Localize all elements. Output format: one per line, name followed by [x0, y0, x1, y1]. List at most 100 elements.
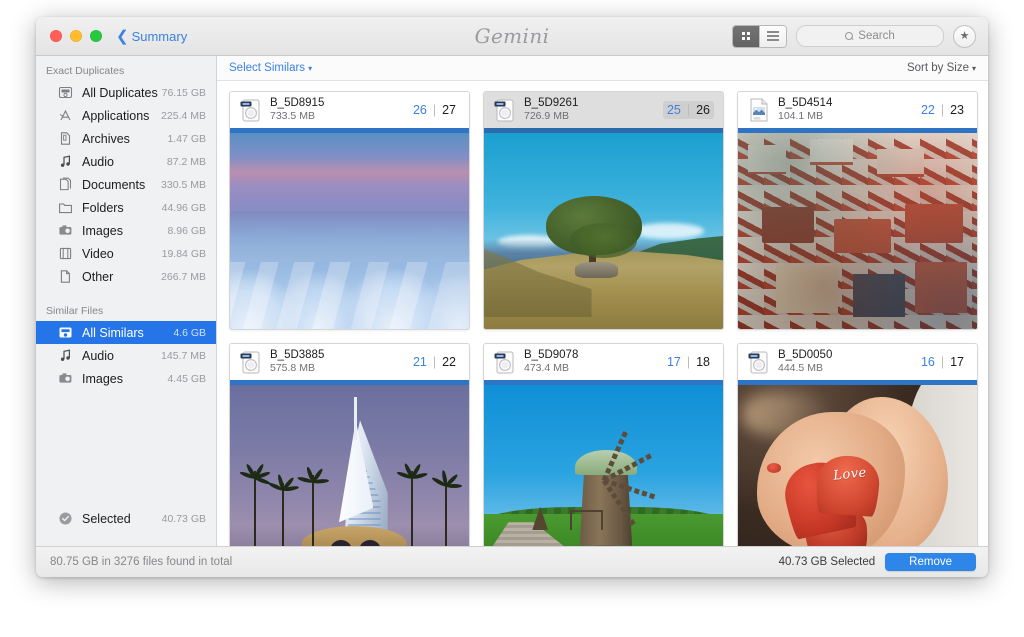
folders-icon	[58, 200, 73, 215]
window-body: Exact Duplicates All Duplicates 76.15 GB…	[36, 56, 988, 546]
sidebar-item-all-similars[interactable]: All Similars 4.6 GB	[36, 321, 216, 344]
washer-photo-icon	[494, 99, 514, 122]
card-counts[interactable]: 25 | 26	[662, 101, 714, 119]
card-counts[interactable]: 16 | 17	[917, 353, 968, 371]
file-card[interactable]: B_5D8915 733.5 MB 26 | 27	[229, 91, 470, 330]
back-button-label: Summary	[131, 28, 188, 44]
sidebar-item-documents[interactable]: Documents 330.5 MB	[36, 173, 216, 196]
chevron-down-icon: ▾	[308, 64, 313, 73]
card-counts[interactable]: 17 | 18	[663, 353, 714, 371]
sidebar-item-audio[interactable]: Audio 87.2 MB	[36, 150, 216, 173]
total-files-status: 80.75 GB in 3276 files found in total	[50, 556, 233, 568]
toolbar-right: Search ★	[732, 24, 976, 48]
washer-photo-icon	[240, 99, 260, 122]
file-card[interactable]: B_5D3885 575.8 MB 21 | 22	[229, 343, 470, 546]
artwork-hands-love-hearts: Love	[738, 385, 977, 546]
sidebar-label: Selected	[82, 511, 131, 526]
card-total-count: 22	[442, 355, 456, 369]
card-file-meta: B_5D9078 473.4 MB	[524, 349, 663, 375]
card-counts[interactable]: 21 | 22	[409, 353, 460, 371]
artwork-burj-al-arab-dusk	[230, 385, 469, 546]
other-icon	[58, 269, 73, 284]
card-header: B_5D0050 444.5 MB 16 | 17	[738, 344, 977, 380]
card-counts[interactable]: 22 | 23	[917, 101, 968, 119]
star-icon: ★	[959, 29, 970, 42]
card-count-divider: |	[686, 103, 691, 117]
all-duplicates-icon	[58, 85, 73, 100]
sidebar-label: Documents	[82, 177, 146, 192]
file-card[interactable]: B_5D9078 473.4 MB 17 | 18	[483, 343, 724, 546]
card-thumbnail[interactable]	[230, 385, 469, 546]
sidebar-label: Other	[82, 269, 114, 284]
sidebar-item-all-duplicates[interactable]: All Duplicates 76.15 GB	[36, 81, 216, 104]
sidebar-item-archives[interactable]: Archives 1.47 GB	[36, 127, 216, 150]
list-view-icon	[767, 31, 779, 41]
images-icon	[58, 371, 73, 386]
sidebar-label: All Similars	[82, 325, 144, 340]
favorites-button[interactable]: ★	[953, 24, 976, 48]
sidebar-section-exact-duplicates: Exact Duplicates	[46, 65, 125, 77]
card-total-count: 17	[950, 355, 964, 369]
card-thumbnail[interactable]	[484, 133, 723, 329]
card-header: B_5D9261 726.9 MB 25 | 26	[484, 92, 723, 128]
sidebar-size: 87.2 MB	[166, 155, 206, 168]
card-selected-count: 25	[666, 103, 681, 117]
sidebar: Exact Duplicates All Duplicates 76.15 GB…	[36, 56, 217, 546]
sidebar-size: 266.7 MB	[161, 270, 206, 283]
sidebar-size: 19.84 GB	[161, 247, 206, 260]
cards-scroll-area[interactable]: B_5D8915 733.5 MB 26 | 27 B_5D9261 726.9…	[217, 81, 988, 546]
sidebar-size: 145.7 MB	[161, 349, 206, 362]
sidebar-label: All Duplicates	[82, 85, 158, 100]
sort-by-dropdown[interactable]: Sort by Size ▾	[907, 62, 976, 74]
sidebar-label: Archives	[82, 131, 130, 146]
card-selected-count: 16	[920, 355, 935, 369]
card-count-divider: |	[940, 355, 945, 369]
back-to-summary-button[interactable]: ❮ Summary	[116, 29, 187, 44]
select-similars-dropdown[interactable]: Select Similars ▾	[229, 62, 312, 74]
sidebar-item-similar-images[interactable]: Images 4.45 GB	[36, 367, 216, 390]
status-bar-right: 40.73 GB Selected Remove	[779, 553, 976, 571]
sidebar-item-images[interactable]: Images 8.96 GB	[36, 219, 216, 242]
card-total-count: 27	[442, 103, 456, 117]
sidebar-label: Images	[82, 371, 123, 386]
close-button[interactable]	[50, 30, 62, 42]
list-view-button[interactable]	[759, 25, 786, 47]
card-total-count: 23	[950, 103, 964, 117]
card-count-divider: |	[432, 355, 437, 369]
card-counts[interactable]: 26 | 27	[409, 101, 460, 119]
sidebar-label: Images	[82, 223, 123, 238]
content-pane: Select Similars ▾ Sort by Size ▾ B_5D891…	[217, 56, 988, 546]
sidebar-item-other[interactable]: Other 266.7 MB	[36, 265, 216, 288]
sidebar-item-similar-audio[interactable]: Audio 145.7 MB	[36, 344, 216, 367]
card-thumbnail[interactable]	[484, 385, 723, 546]
sidebar-item-selected[interactable]: Selected 40.73 GB	[36, 507, 216, 530]
card-thumbnail[interactable]: Love	[738, 385, 977, 546]
card-file-meta: B_5D4514 104.1 MB	[778, 97, 917, 123]
zoom-button[interactable]	[90, 30, 102, 42]
card-file-size: 575.8 MB	[270, 362, 315, 374]
card-file-meta: B_5D8915 733.5 MB	[270, 97, 409, 123]
card-thumbnail[interactable]	[230, 133, 469, 329]
washer-photo-icon	[494, 351, 514, 374]
sidebar-size: 1.47 GB	[167, 132, 206, 145]
file-card[interactable]: B_5D0050 444.5 MB 16 | 17 Love	[737, 343, 978, 546]
sidebar-item-folders[interactable]: Folders 44.96 GB	[36, 196, 216, 219]
washer-photo-icon	[748, 351, 768, 374]
artwork-lone-tree-hillside	[484, 133, 723, 329]
file-card[interactable]: B_5D4514 104.1 MB 22 | 23	[737, 91, 978, 330]
card-file-name: B_5D9078	[524, 349, 579, 361]
remove-button[interactable]: Remove	[885, 553, 976, 571]
view-mode-segmented-control[interactable]	[732, 24, 787, 48]
card-total-count: 26	[696, 103, 710, 117]
card-header: B_5D8915 733.5 MB 26 | 27	[230, 92, 469, 128]
sidebar-item-video[interactable]: Video 19.84 GB	[36, 242, 216, 265]
search-input[interactable]: Search	[796, 25, 944, 47]
card-thumbnail[interactable]	[738, 133, 977, 329]
card-file-name: B_5D4514	[778, 97, 833, 109]
grid-view-button[interactable]	[733, 25, 759, 47]
file-card[interactable]: B_5D9261 726.9 MB 25 | 26	[483, 91, 724, 330]
minimize-button[interactable]	[70, 30, 82, 42]
card-file-size: 733.5 MB	[270, 110, 315, 122]
sidebar-item-applications[interactable]: Applications 225.4 MB	[36, 104, 216, 127]
card-file-meta: B_5D0050 444.5 MB	[778, 349, 917, 375]
